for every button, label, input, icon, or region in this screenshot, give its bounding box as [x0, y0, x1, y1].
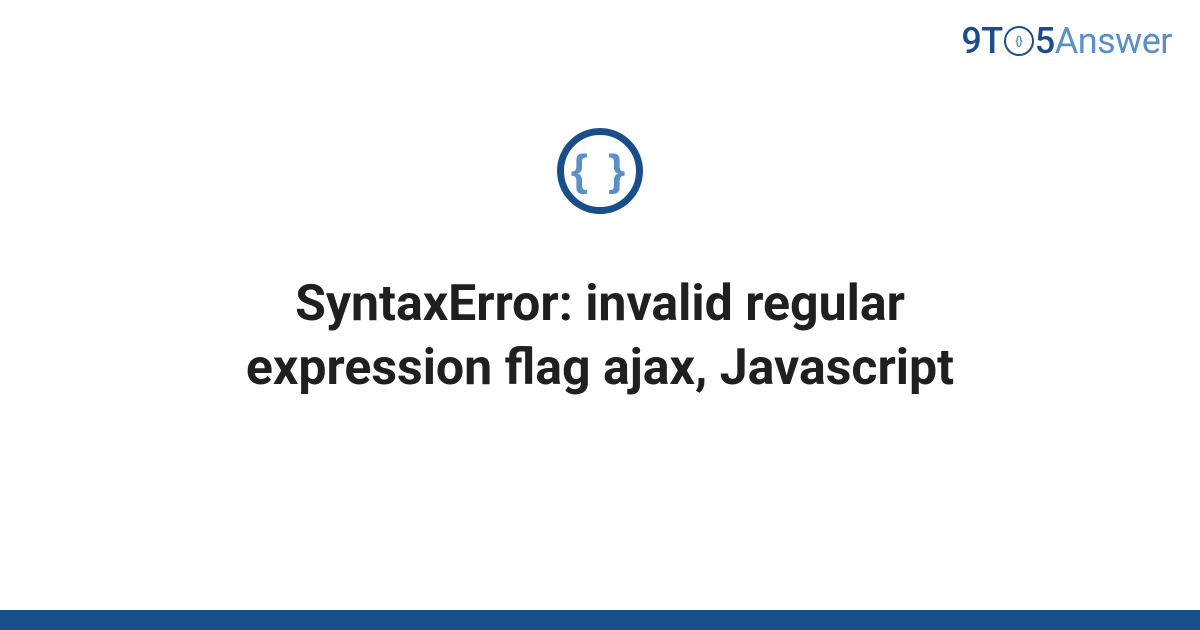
site-logo: 9T {} 5 Answer — [961, 20, 1172, 62]
logo-clock-inner: {} — [1015, 34, 1022, 48]
topic-icon-circle: { } — [557, 128, 643, 214]
logo-text-9t: 9T — [961, 20, 1002, 62]
page-title: SyntaxError: invalid regular expression … — [100, 272, 1100, 400]
code-braces-icon: { } — [571, 146, 629, 196]
footer-accent-bar — [0, 610, 1200, 630]
logo-text-answer: Answer — [1055, 20, 1172, 62]
logo-text-5: 5 — [1035, 20, 1055, 62]
logo-clock-icon: {} — [1004, 26, 1034, 56]
main-content: { } SyntaxError: invalid regular express… — [0, 128, 1200, 400]
